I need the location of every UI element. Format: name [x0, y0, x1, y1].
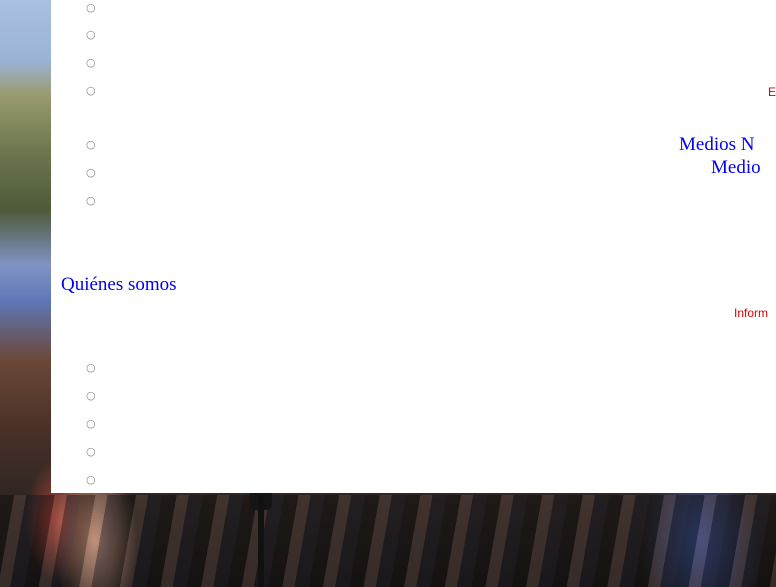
- link-quienes-somos[interactable]: Quiénes somos: [61, 274, 177, 296]
- list-bullet: ○: [86, 389, 96, 402]
- list-bullet: ○: [86, 84, 96, 97]
- menu-a-red-label: E: [768, 85, 776, 99]
- list-bullet: ○: [86, 1, 96, 14]
- dropdown-menu-panel: [51, 12, 776, 493]
- link-medio[interactable]: Medio: [711, 157, 761, 179]
- link-medios-n[interactable]: Medios N: [679, 134, 754, 156]
- list-bullet: ○: [86, 361, 96, 374]
- list-bullet: ○: [86, 28, 96, 41]
- list-bullet: ○: [86, 56, 96, 69]
- menu-b-red-label: Inform: [734, 306, 769, 320]
- list-bullet: ○: [86, 445, 96, 458]
- list-bullet: ○: [86, 138, 96, 151]
- list-bullet: ○: [86, 166, 96, 179]
- list-bullet: ○: [86, 194, 96, 207]
- microphone-stand: [258, 495, 264, 587]
- list-bullet: ○: [86, 473, 96, 486]
- menu-panel-top: [51, 0, 776, 12]
- list-bullet: ○: [86, 417, 96, 430]
